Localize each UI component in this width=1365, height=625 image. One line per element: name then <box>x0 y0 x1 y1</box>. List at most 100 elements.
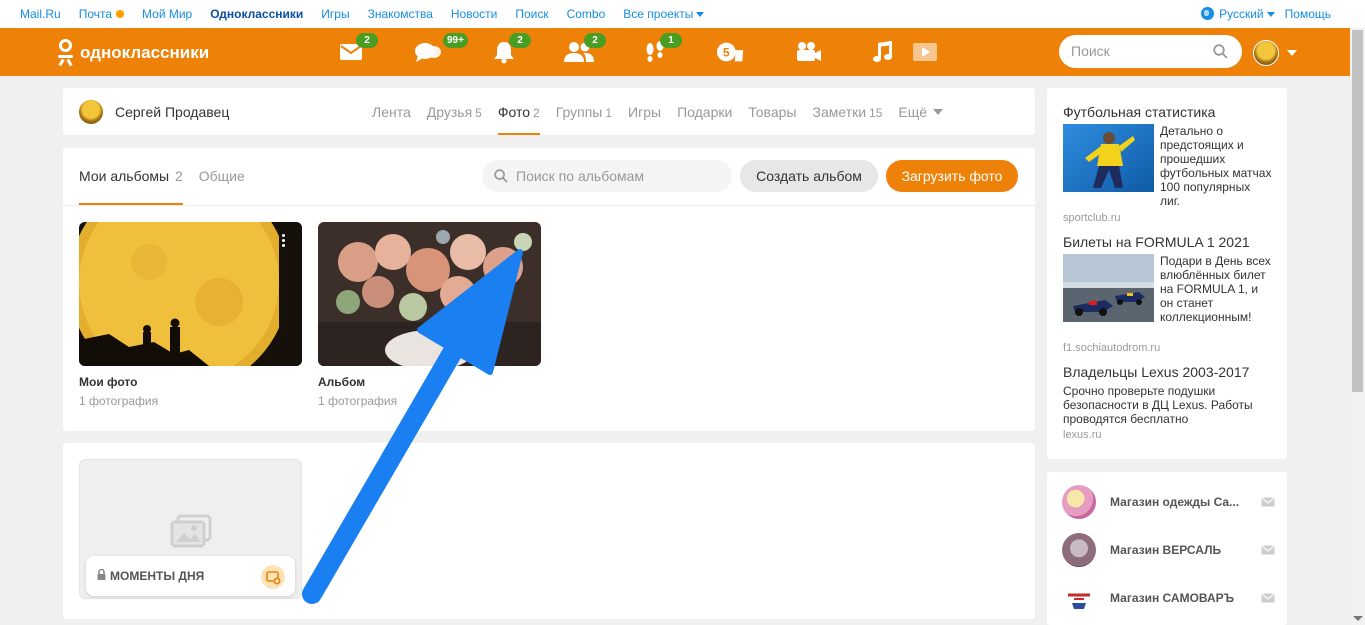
shop-item[interactable]: Магазин одежды Са... <box>1062 485 1277 519</box>
envelope-icon[interactable] <box>1261 545 1275 555</box>
ad-source[interactable]: f1.sochiautodrom.ru <box>1063 342 1160 354</box>
help-link[interactable]: Помощь <box>1285 7 1331 21</box>
ad-title[interactable]: Владельцы Lexus 2003-2017 <box>1063 364 1278 380</box>
tab-label: Лента <box>372 104 411 120</box>
portal-link-games[interactable]: Игры <box>321 7 349 21</box>
profile-name[interactable]: Сергей Продавец <box>115 104 229 120</box>
shop-avatar[interactable] <box>1062 581 1096 615</box>
language-selector[interactable]: Русский <box>1201 7 1275 21</box>
portal-link-all-projects[interactable]: Все проекты <box>623 7 705 21</box>
album-search-input[interactable] <box>516 168 716 184</box>
more-options-icon[interactable] <box>282 234 285 249</box>
ad-item[interactable]: Билеты на FORMULA 1 2021 Подари в День в… <box>1063 234 1278 354</box>
logo-text: одноклассники <box>80 42 210 62</box>
ad-image-football <box>1063 124 1154 192</box>
tab-label: Мои альбомы <box>79 168 170 184</box>
upload-photo-button[interactable]: Загрузить фото <box>886 160 1018 192</box>
ads-panel: Футбольная статистика Детально о предсто… <box>1047 88 1287 459</box>
portal-link-mail[interactable]: Почта <box>79 7 125 21</box>
scrollbar-thumb[interactable] <box>1352 30 1363 392</box>
portal-link-combo[interactable]: Combo <box>567 7 606 21</box>
moments-of-day-card[interactable]: МОМЕНТЫ ДНЯ <box>79 459 302 599</box>
portal-link-search[interactable]: Поиск <box>515 7 548 21</box>
nav-video[interactable] <box>793 38 823 66</box>
album-card[interactable]: Мои фото 1 фотография <box>79 222 302 408</box>
chevron-down-icon <box>1266 12 1275 17</box>
profile-avatar[interactable] <box>79 100 103 124</box>
envelope-icon[interactable] <box>1261 593 1275 603</box>
ad-item[interactable]: Владельцы Lexus 2003-2017 Срочно проверь… <box>1063 364 1278 441</box>
create-album-button[interactable]: Создать альбом <box>740 160 878 192</box>
music-note-icon <box>873 41 892 62</box>
tab-feed[interactable]: Лента <box>372 104 411 135</box>
tab-gifts[interactable]: Подарки <box>677 104 732 135</box>
chevron-down-icon[interactable] <box>1287 50 1297 56</box>
tab-count: 1 <box>605 106 613 120</box>
moments-label[interactable]: МОМЕНТЫ ДНЯ <box>86 556 295 596</box>
tab-label: Фото <box>497 104 531 120</box>
portal-link-news[interactable]: Новости <box>451 7 497 21</box>
album-cover-flowers[interactable] <box>318 222 541 366</box>
tab-photos[interactable]: Фото 2 <box>497 104 540 135</box>
shop-avatar[interactable] <box>1062 533 1096 567</box>
envelope-icon[interactable] <box>1261 497 1275 507</box>
nav-ratings[interactable]: 5 <box>716 38 746 66</box>
ad-title[interactable]: Билеты на FORMULA 1 2021 <box>1063 234 1278 250</box>
tab-products[interactable]: Товары <box>748 104 796 135</box>
album-search[interactable] <box>482 160 732 192</box>
shop-name[interactable]: Магазин САМОВАРЪ <box>1110 591 1240 605</box>
ad-item[interactable]: Футбольная статистика Детально о предсто… <box>1063 104 1278 224</box>
tab-more[interactable]: Ещё <box>898 104 944 135</box>
tab-count: 2 <box>533 106 540 120</box>
add-moment-icon[interactable] <box>261 565 285 589</box>
search-icon[interactable] <box>1213 44 1228 59</box>
ok-logo[interactable]: одноклассники <box>57 39 210 67</box>
ad-title[interactable]: Футбольная статистика <box>1063 104 1278 120</box>
tab-my-albums[interactable]: Мои альбомы 2 <box>79 168 183 205</box>
albums-panel: Мои альбомы 2 Общие Создать альбом Загру… <box>63 148 1035 431</box>
ad-source[interactable]: lexus.ru <box>1063 429 1278 441</box>
shop-item[interactable]: Магазин САМОВАРЪ <box>1062 581 1277 615</box>
portal-link-dating[interactable]: Знакомства <box>368 7 433 21</box>
album-subtitle: 1 фотография <box>79 394 159 408</box>
user-avatar[interactable] <box>1253 40 1279 66</box>
header-search[interactable] <box>1059 35 1242 68</box>
nav-guests[interactable]: 1 <box>640 33 682 66</box>
nav-ok-video[interactable] <box>910 38 940 66</box>
tab-friends[interactable]: Друзья 5 <box>427 104 482 135</box>
image-placeholder-icon <box>170 514 212 548</box>
divider <box>63 205 1035 206</box>
tab-notes[interactable]: Заметки 15 <box>812 104 882 135</box>
shop-item[interactable]: Магазин ВЕРСАЛЬ <box>1062 533 1277 567</box>
nav-friends[interactable]: 2 <box>564 33 606 66</box>
album-title[interactable]: Мои фото <box>79 375 302 389</box>
scroll-down-arrow-icon[interactable] <box>1353 616 1363 621</box>
shops-panel: Магазин одежды Са... Магазин ВЕРСАЛЬ Маг… <box>1047 472 1287 625</box>
five-plus-icon: 5 <box>716 42 744 62</box>
friends-badge: 2 <box>584 33 606 48</box>
portal-link-ok[interactable]: Одноклассники <box>210 7 303 21</box>
nav-messages[interactable]: 2 <box>336 33 378 66</box>
tab-groups[interactable]: Группы 1 <box>556 104 612 135</box>
tab-shared-albums[interactable]: Общие <box>199 168 245 205</box>
nav-music[interactable] <box>868 38 898 66</box>
ad-source[interactable]: sportclub.ru <box>1063 212 1120 224</box>
album-cover-moon[interactable] <box>79 222 302 366</box>
nav-discussions[interactable]: 99+ <box>413 33 468 66</box>
all-projects-label: Все проекты <box>623 7 694 21</box>
nav-notifications[interactable]: 2 <box>489 33 531 66</box>
portal-link-myworld[interactable]: Мой Мир <box>142 7 192 21</box>
shop-avatar[interactable] <box>1062 485 1096 519</box>
album-title[interactable]: Альбом <box>318 375 541 389</box>
header-search-input[interactable] <box>1071 43 1211 59</box>
unread-dot-icon <box>116 10 125 18</box>
moments-panel: МОМЕНТЫ ДНЯ <box>63 443 1035 619</box>
album-card[interactable]: Альбом 1 фотография <box>318 222 541 408</box>
tab-games[interactable]: Игры <box>628 104 661 135</box>
shop-name[interactable]: Магазин ВЕРСАЛЬ <box>1110 543 1240 557</box>
shop-name[interactable]: Магазин одежды Са... <box>1110 495 1240 509</box>
main-header: одноклассники 2 99+ 2 2 1 5 <box>0 28 1350 76</box>
portal-link-mailru[interactable]: Mail.Ru <box>20 7 61 21</box>
profile-nav: Сергей Продавец Лента Друзья 5 Фото 2 Груп… <box>63 88 1035 135</box>
page-scrollbar[interactable] <box>1350 28 1365 625</box>
